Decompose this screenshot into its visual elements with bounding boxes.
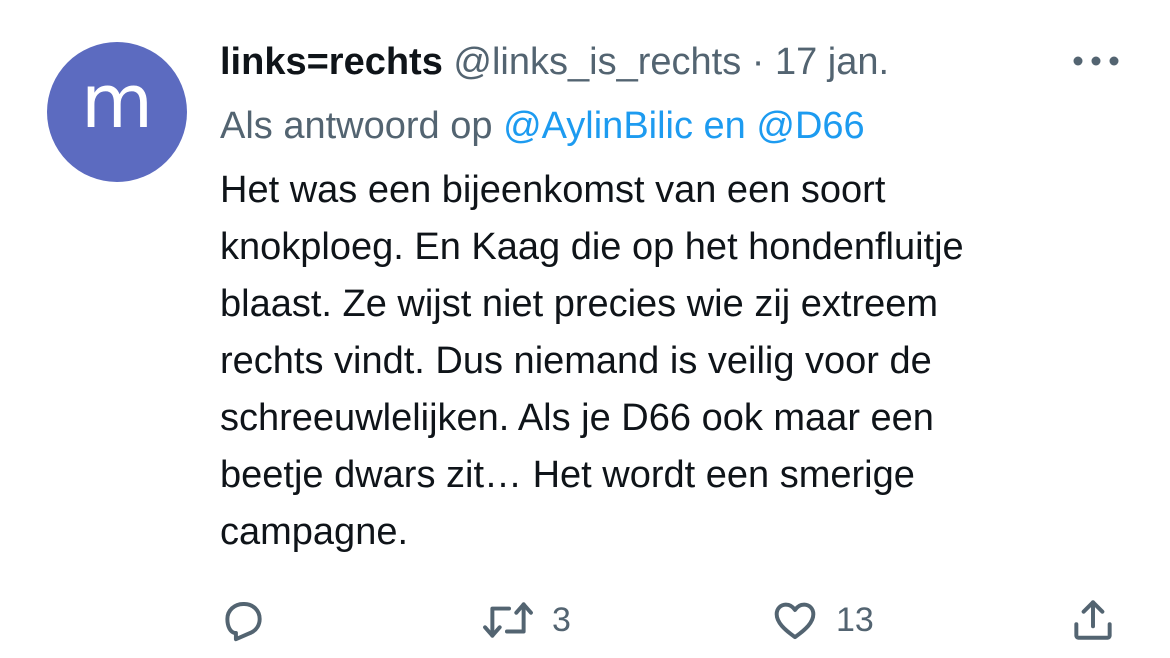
retweet-icon — [483, 602, 533, 638]
more-options-button[interactable] — [1070, 48, 1122, 74]
reply-button[interactable] — [218, 590, 284, 650]
tweet-date[interactable]: 17 jan. — [775, 41, 889, 83]
more-horizontal-icon — [1073, 56, 1119, 66]
avatar-letter: m — [80, 59, 154, 145]
share-icon — [1074, 600, 1112, 640]
share-button[interactable] — [1068, 590, 1118, 650]
tweet[interactable]: m links=rechts @links_is_rechts · 17 jan… — [0, 0, 1170, 658]
separator: · — [751, 41, 765, 83]
tweet-header: links=rechts @links_is_rechts · 17 jan. — [220, 40, 889, 84]
reply-context: Als antwoord op @AylinBilic en @D66 — [220, 104, 865, 148]
heart-icon — [774, 602, 816, 640]
retweet-count: 3 — [552, 600, 571, 639]
like-count: 13 — [836, 600, 874, 639]
reply-icon — [225, 601, 262, 642]
reply-prefix: Als antwoord op — [220, 105, 493, 147]
retweet-button[interactable]: 3 — [480, 590, 571, 650]
tweet-text: Het was een bijeenkomst van een soort kn… — [220, 169, 964, 553]
user-handle[interactable]: @links_is_rechts — [453, 41, 741, 83]
tweet-actions: 3 13 — [0, 590, 1170, 650]
avatar[interactable]: m — [47, 42, 187, 182]
display-name[interactable]: links=rechts — [220, 41, 443, 83]
like-button[interactable]: 13 — [770, 590, 874, 650]
reply-mentions[interactable]: @AylinBilic en @D66 — [503, 105, 865, 147]
